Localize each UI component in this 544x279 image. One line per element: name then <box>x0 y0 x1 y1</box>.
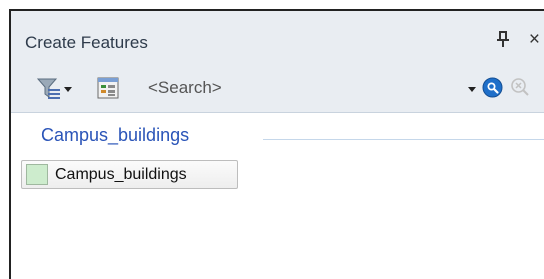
filter-icon <box>36 78 72 99</box>
group-divider <box>263 139 544 140</box>
feature-template-item[interactable]: Campus_buildings <box>21 160 238 189</box>
organize-templates-button[interactable] <box>97 77 121 99</box>
search-dropdown-arrow[interactable] <box>468 87 476 92</box>
feature-template-label: Campus_buildings <box>55 166 187 183</box>
panel-title: Create Features <box>25 33 148 52</box>
pin-icon[interactable] <box>496 31 510 53</box>
search-icon <box>482 77 503 98</box>
create-features-panel: Create Features × <Search> Campus_buildi… <box>9 9 544 279</box>
organize-templates-icon <box>97 77 119 99</box>
filter-button[interactable] <box>36 77 72 99</box>
clear-search-button[interactable] <box>510 77 531 98</box>
polygon-symbol-swatch <box>26 164 48 185</box>
search-button[interactable] <box>482 77 503 98</box>
panel-titlebar: Create Features × <box>11 11 544 65</box>
close-icon[interactable]: × <box>529 29 540 51</box>
template-group-header[interactable]: Campus_buildings <box>41 125 189 146</box>
search-input[interactable]: <Search> <box>148 78 222 98</box>
panel-toolbar: <Search> <box>11 65 544 113</box>
clear-search-icon <box>511 78 529 96</box>
